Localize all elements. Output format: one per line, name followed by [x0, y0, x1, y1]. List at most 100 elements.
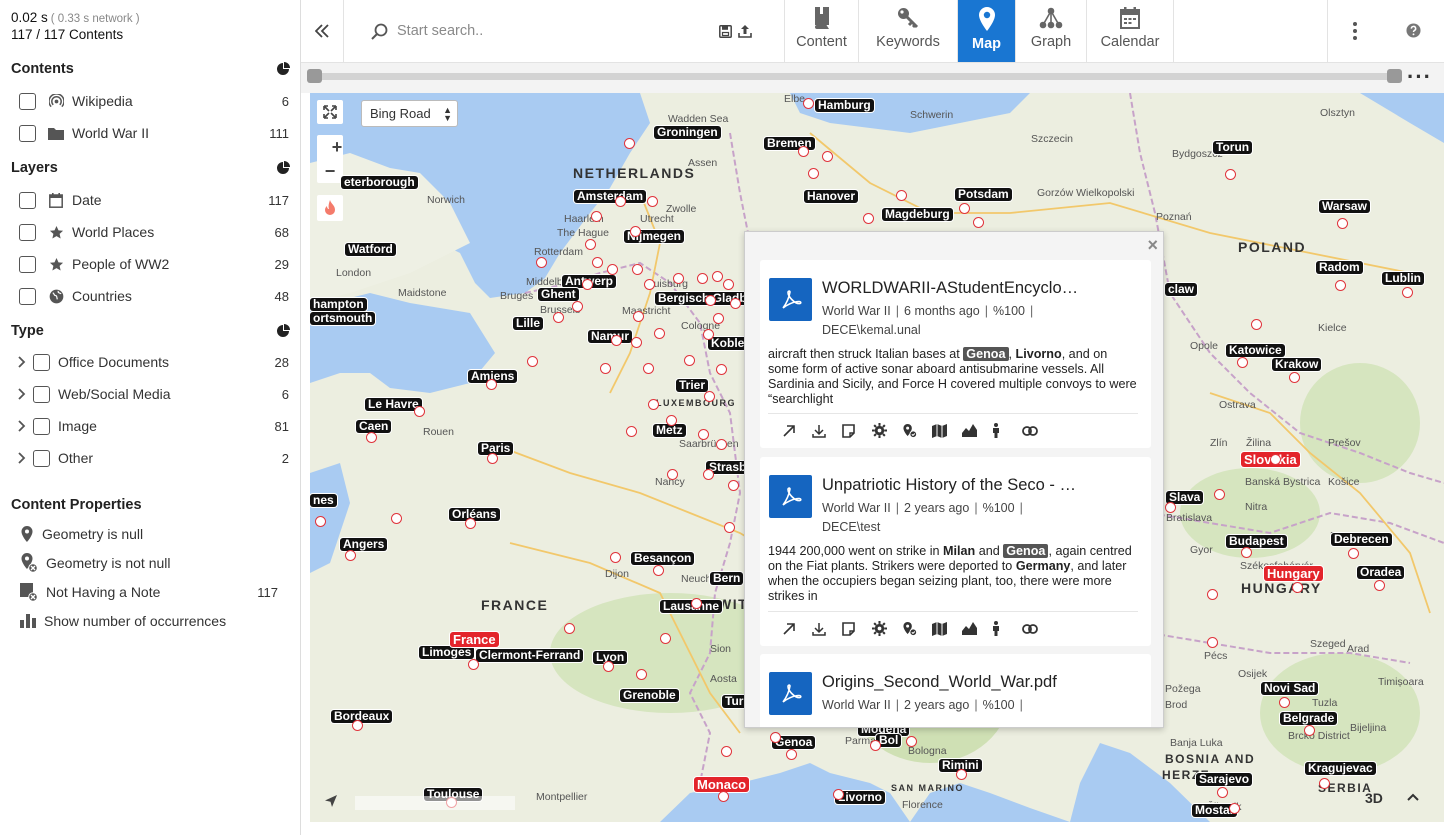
chevron-right-icon[interactable]	[16, 388, 28, 400]
tab-map[interactable]: Map	[957, 0, 1015, 62]
location-marker[interactable]	[572, 301, 583, 312]
location-marker[interactable]	[703, 469, 714, 480]
open-external-icon[interactable]	[782, 619, 812, 639]
pie-chart-icon[interactable]	[276, 62, 290, 76]
result-title[interactable]: Unpatriotic History of the Seco - …	[822, 476, 1076, 495]
note-icon[interactable]	[842, 421, 872, 441]
content-filter-wikipedia[interactable]: Wikipedia 6	[0, 89, 301, 113]
location-marker[interactable]	[636, 669, 647, 680]
location-marker[interactable]	[1207, 589, 1218, 600]
download-icon[interactable]	[812, 421, 842, 441]
result-card[interactable]: WORLDWARII-AStudentEncyclo… World War II…	[760, 260, 1151, 448]
download-icon[interactable]	[812, 619, 842, 639]
map-icon[interactable]	[932, 619, 962, 639]
collapse-sidebar-button[interactable]	[301, 0, 344, 62]
location-marker[interactable]	[633, 311, 644, 322]
location-marker[interactable]	[366, 432, 377, 443]
location-marker[interactable]	[603, 661, 614, 672]
location-marker[interactable]	[345, 550, 356, 561]
location-marker[interactable]	[1165, 502, 1176, 513]
link-icon[interactable]	[1022, 619, 1052, 639]
location-marker[interactable]	[724, 522, 735, 533]
prop-geometry-not-null[interactable]: Geometry is not null	[20, 552, 171, 574]
location-marker[interactable]	[582, 279, 593, 290]
location-marker[interactable]	[600, 363, 611, 374]
location-marker[interactable]	[1279, 697, 1290, 708]
checkbox[interactable]	[33, 449, 50, 467]
checkbox[interactable]	[33, 353, 50, 371]
location-marker[interactable]	[660, 633, 671, 644]
location-marker[interactable]	[585, 239, 596, 250]
heatmap-button[interactable]	[317, 195, 343, 221]
location-marker[interactable]	[906, 736, 917, 747]
location-marker[interactable]	[730, 298, 741, 309]
location-marker[interactable]	[833, 789, 844, 800]
type-filter-web-social-media[interactable]: Web/Social Media 6	[0, 382, 301, 406]
prop-show-occurrences[interactable]: Show number of occurrences	[20, 610, 226, 632]
location-marker[interactable]	[718, 791, 729, 802]
location-marker[interactable]	[1225, 169, 1236, 180]
tab-keywords[interactable]: Keywords	[858, 0, 957, 62]
location-marker[interactable]	[611, 335, 622, 346]
location-marker[interactable]	[1335, 280, 1346, 291]
location-marker[interactable]	[1241, 547, 1252, 558]
location-marker[interactable]	[465, 518, 476, 529]
chevron-right-icon[interactable]	[16, 420, 28, 432]
location-marker[interactable]	[673, 273, 684, 284]
location-marker[interactable]	[863, 213, 874, 224]
location-marker[interactable]	[607, 264, 618, 275]
chart-area-icon[interactable]	[962, 421, 992, 441]
location-marker[interactable]	[644, 279, 655, 290]
location-marker[interactable]	[1217, 787, 1228, 798]
checkbox[interactable]	[19, 287, 36, 305]
tab-graph[interactable]: Graph	[1015, 0, 1086, 62]
location-marker[interactable]	[527, 356, 538, 367]
map-pin-check-icon[interactable]	[902, 421, 932, 441]
chevron-right-icon[interactable]	[16, 356, 28, 368]
location-marker[interactable]	[1289, 372, 1300, 383]
location-marker[interactable]	[770, 732, 781, 743]
location-marker[interactable]	[666, 415, 677, 426]
location-marker[interactable]	[468, 659, 479, 670]
location-marker[interactable]	[691, 598, 702, 609]
location-marker[interactable]	[1229, 803, 1240, 814]
type-filter-office-documents[interactable]: Office Documents 28	[0, 350, 301, 374]
location-marker[interactable]	[654, 328, 665, 339]
zoom-in-button[interactable]: +	[324, 135, 350, 159]
prop-not-having-note[interactable]: Not Having a Note 117	[20, 581, 290, 603]
layer-filter-date[interactable]: Date 117	[0, 188, 301, 212]
map-3d-toggle[interactable]: 3D	[1365, 790, 1383, 806]
location-marker[interactable]	[1374, 580, 1385, 591]
location-marker[interactable]	[684, 355, 695, 366]
location-marker[interactable]	[973, 217, 984, 228]
result-card[interactable]: Origins_Second_World_War.pdf World War I…	[760, 654, 1151, 727]
location-marker[interactable]	[1214, 489, 1225, 500]
layer-filter-people-of-ww2[interactable]: People of WW2 29	[0, 252, 301, 276]
more-options-button[interactable]	[1327, 0, 1381, 62]
location-marker[interactable]	[486, 379, 497, 390]
location-marker[interactable]	[716, 364, 727, 375]
location-marker[interactable]	[808, 168, 819, 179]
prop-geometry-null[interactable]: Geometry is null	[20, 523, 143, 545]
search-icon[interactable]	[371, 23, 388, 40]
location-marker[interactable]	[1402, 287, 1413, 298]
chevron-right-icon[interactable]	[16, 452, 28, 464]
location-marker[interactable]	[728, 480, 739, 491]
checkbox[interactable]	[33, 385, 50, 403]
open-external-icon[interactable]	[782, 421, 812, 441]
location-marker[interactable]	[1292, 582, 1303, 593]
location-marker[interactable]	[798, 146, 809, 157]
location-marker[interactable]	[712, 271, 723, 282]
location-marker[interactable]	[667, 469, 678, 480]
location-marker[interactable]	[1207, 637, 1218, 648]
layer-filter-countries[interactable]: Countries 48	[0, 284, 301, 308]
location-marker[interactable]	[704, 391, 715, 402]
location-marker[interactable]	[959, 203, 970, 214]
location-marker[interactable]	[1348, 548, 1359, 559]
timeline-slider[interactable]: ···	[301, 63, 1444, 93]
location-marker[interactable]	[786, 749, 797, 760]
location-marker[interactable]	[705, 295, 716, 306]
layer-filter-world-places[interactable]: World Places 68	[0, 220, 301, 244]
location-marker[interactable]	[391, 513, 402, 524]
location-arrow-icon[interactable]	[323, 793, 339, 809]
